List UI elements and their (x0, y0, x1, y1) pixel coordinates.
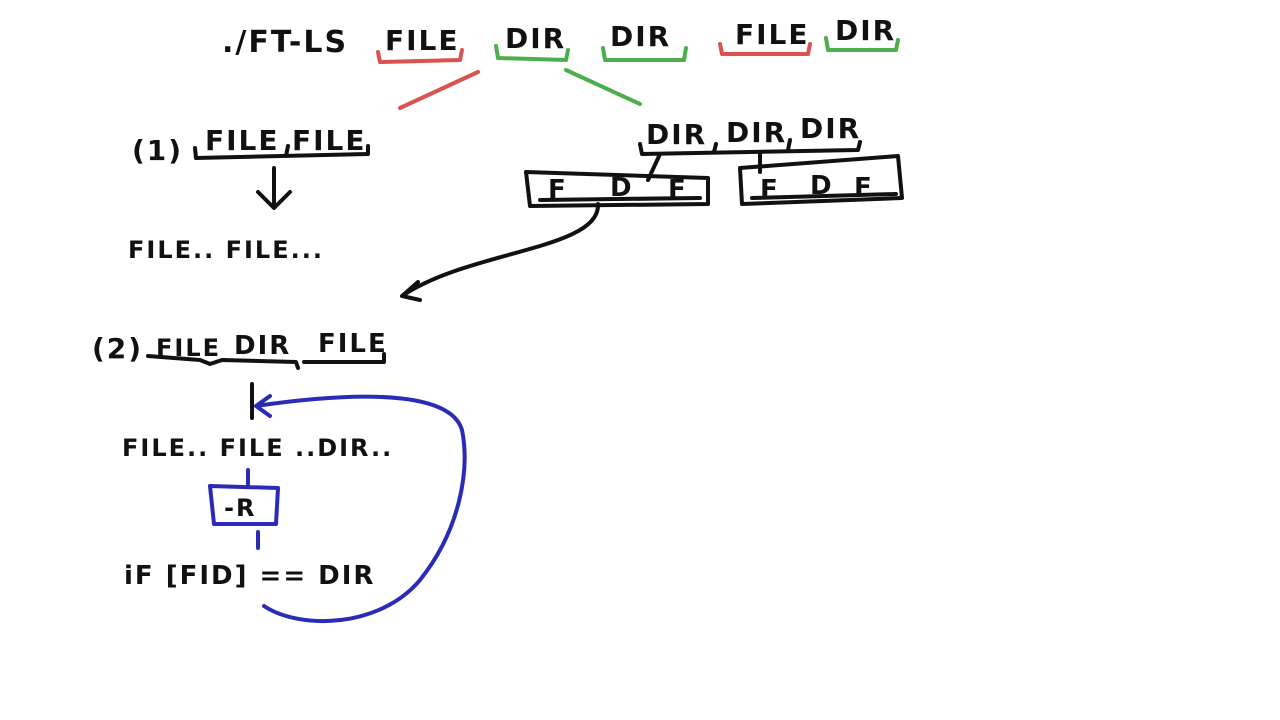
branch-green-line (564, 68, 642, 106)
whiteboard-canvas: ./FT-LS FILE DIR DIR FILE DIR (1) FILE F… (92, 14, 904, 623)
box1-underline (538, 196, 702, 202)
box1-f-2: F (668, 175, 688, 205)
case1-label: (1) (132, 134, 183, 167)
dir-item-2: DIR (726, 116, 787, 149)
case2-item-3: FILE (318, 329, 388, 359)
curved-arrow-to-case2 (400, 202, 601, 302)
token-dir-3: DIR (835, 14, 896, 47)
case1-result: FILE.. FILE... (128, 236, 324, 264)
box2-f-2: F (854, 173, 874, 203)
recursion-flag: -R (224, 494, 256, 522)
dir-item-3: DIR (800, 112, 861, 145)
case1-item-1: FILE (205, 124, 280, 157)
token-dir-2: DIR (610, 20, 671, 53)
dir-sep-2 (786, 138, 792, 152)
case1-separator (284, 144, 290, 158)
command-text: ./FT-LS (222, 25, 348, 60)
branch-red-line (398, 70, 480, 110)
token-file-2: FILE (735, 18, 810, 51)
case2-condition: iF [FID] == DIR (124, 561, 375, 591)
dir-sep-1 (712, 142, 718, 154)
case2-item-2: DIR (234, 331, 291, 361)
case2-result: FILE.. FILE ..DIR.. (122, 434, 393, 462)
case1-item-2: FILE (292, 124, 367, 157)
box2-f-1: F (760, 175, 780, 205)
dir-item-1: DIR (646, 118, 707, 151)
token-file-1: FILE (385, 24, 460, 57)
case2-label: (2) (92, 332, 143, 365)
token-dir-1: DIR (505, 22, 566, 55)
case1-down-arrow (256, 166, 292, 210)
